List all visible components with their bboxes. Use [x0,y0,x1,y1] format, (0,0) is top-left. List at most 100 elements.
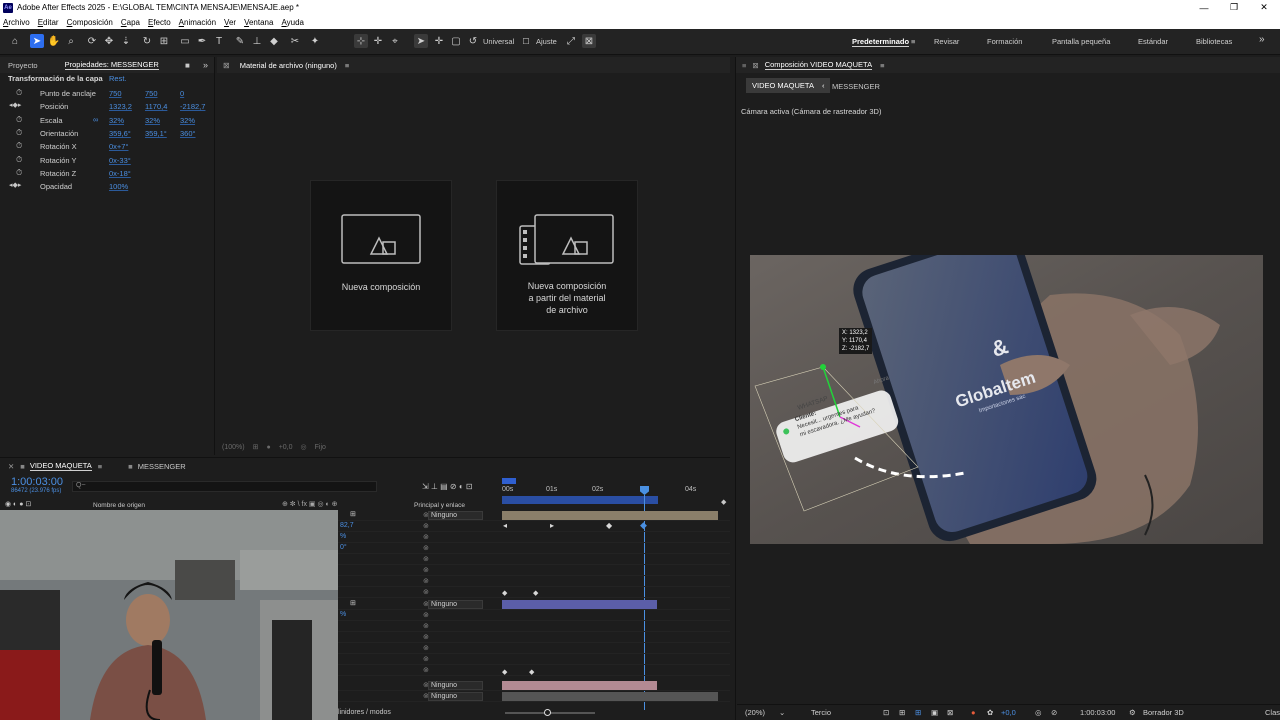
panel-menu-icon[interactable]: ≡ [345,61,349,70]
safe-zone-icon[interactable]: ⊠ [947,708,953,717]
menu-editar[interactable]: Editar [38,18,59,27]
local-axis-icon[interactable]: ⊹ [354,34,368,48]
timeline-zoom-knob[interactable] [544,709,551,716]
text-tool-icon[interactable]: T [212,34,226,48]
work-area-start[interactable] [502,478,516,484]
resolution-dropdown[interactable]: Tercio [811,708,831,717]
restore-button[interactable]: ❐ [1218,0,1250,15]
brush-tool-icon[interactable]: ✎ [233,34,247,48]
workspace-pantalla-pequena[interactable]: Pantalla pequeña [1052,37,1110,46]
exposure-icon[interactable]: ✿ [987,708,993,717]
home-icon[interactable]: ⌂ [8,34,22,48]
property-value[interactable]: 0x+7° [109,142,128,151]
rotate-tool-icon[interactable]: ↻ [140,34,154,48]
rectangle-tool-icon[interactable]: ▭ [178,34,192,48]
tab-composicion[interactable]: Composición VIDEO MAQUETA [764,60,873,70]
footage-zoom[interactable]: (100%) [222,444,245,451]
zoom-handle-icon[interactable]: ◆ [721,498,729,506]
tab-material-de-archivo[interactable]: Material de archivo (ninguno) [240,61,337,70]
snap-checkbox-icon[interactable]: ☐ [519,34,533,48]
row-value[interactable]: 82,7 [340,522,354,529]
property-value[interactable]: 0x-18° [109,169,131,178]
more-workspaces-icon[interactable]: » [1259,34,1265,45]
rotate-3d-icon[interactable]: ↺ [466,34,480,48]
dolly-camera-icon[interactable]: ⇣ [119,34,133,48]
color-channels-icon[interactable]: ● [971,708,976,717]
view-layout-label[interactable]: Clas [1265,708,1280,717]
stopwatch-icon[interactable]: ⊚ [423,655,429,663]
workspace-revisar[interactable]: Revisar [934,37,959,46]
workspace-bibliotecas[interactable]: Bibliotecas [1196,37,1232,46]
property-value[interactable]: 360° [180,129,196,138]
clone-stamp-icon[interactable]: ⊥ [250,34,264,48]
crop-icon[interactable]: ⊡ [883,708,889,717]
comp-lock-icon[interactable]: ⊠ [752,61,758,70]
tab-propiedades[interactable]: Propiedades: MESSENGER [64,60,159,70]
property-value[interactable]: -2182,7 [180,102,205,111]
exposure-value[interactable]: +0,0 [279,444,293,451]
menu-animacion[interactable]: Animación [179,18,216,27]
property-value[interactable]: 359,6° [109,129,131,138]
menu-capa[interactable]: Capa [121,18,140,27]
property-value[interactable]: 32% [145,116,160,125]
new-composition-card[interactable]: Nueva composición [310,180,452,331]
pan-camera-icon[interactable]: ✥ [102,34,116,48]
stopwatch-icon[interactable]: ⊚ [423,555,429,563]
stopwatch-icon[interactable]: ⊚ [423,611,429,619]
timeline-search-input[interactable]: Q~ [72,481,377,492]
tab-messenger[interactable]: MESSENGER [138,462,186,471]
row-value[interactable]: % [340,533,346,540]
puppet-pin-icon[interactable]: ✦ [308,34,322,48]
eraser-tool-icon[interactable]: ◆ [267,34,281,48]
layer-switches-icon[interactable]: ⊕ ✼ \ fx ▣ ◎ ◐ ⊕ [282,500,338,508]
property-value[interactable]: 750 [145,89,158,98]
visibility-icon[interactable]: ◉ ◐ ● ⊡ [5,500,31,508]
layer-track-gray[interactable] [502,692,718,701]
panel-expand-icon[interactable]: » [203,60,208,70]
hand-tool-icon[interactable]: ✋ [47,34,61,48]
property-value[interactable]: 0x-33° [109,156,131,165]
stopwatch-icon[interactable]: ⊚ [423,633,429,641]
stopwatch-icon[interactable]: ⏱ [16,155,22,165]
stopwatch-icon[interactable]: ⏱ [16,141,22,151]
panel-menu-icon[interactable]: ≡ [98,462,102,471]
stopwatch-icon[interactable]: ⊚ [423,666,429,674]
breadcrumb-messenger[interactable]: MESSENGER [832,82,880,91]
panel-menu-icon[interactable]: ≡ [880,61,884,70]
minimize-button[interactable]: — [1188,0,1220,15]
roto-brush-icon[interactable]: ✂ [288,34,302,48]
link-icon[interactable]: ∞ [93,115,98,124]
footage-fit[interactable]: Fijo [315,444,326,451]
keyframe-icon[interactable]: ◆ [502,668,507,676]
breadcrumb-video-maqueta[interactable]: VIDEO MAQUETA ‹ [746,78,831,93]
move-3d-icon[interactable]: ✛ [432,34,446,48]
snapping-pointer-icon[interactable]: ➤ [414,34,428,48]
view-axis-icon[interactable]: ⌖ [388,34,402,48]
comp-zoom-dropdown[interactable]: (20%) [745,708,765,717]
new-composition-from-footage-card[interactable]: Nueva composición a partir del material … [496,180,638,331]
scale-3d-icon[interactable]: ▢ [449,34,463,48]
lock-icon[interactable]: ≡ [742,61,746,70]
universal-label[interactable]: Universal [483,37,514,46]
keyframe-nav-icon[interactable]: ◂◆▸ [9,101,21,109]
stopwatch-icon[interactable]: ⊚ [423,644,429,652]
layer-track-pink[interactable] [502,681,657,690]
composition-viewer[interactable]: & Globaltem Importaciones sac WHATSAP Ah… [750,255,1263,544]
parent-dropdown[interactable]: Ninguno [428,511,483,520]
grid-icon[interactable]: ⊞ [253,443,259,451]
property-value[interactable]: 32% [180,116,195,125]
stopwatch-icon[interactable]: ⏱ [16,88,22,98]
parent-dropdown[interactable]: Ninguno [428,692,483,701]
workspace-predeterminado[interactable]: Predeterminado [852,37,910,47]
stopwatch-icon[interactable]: ⊚ [423,533,429,541]
tab-video-maqueta[interactable]: VIDEO MAQUETA [29,461,92,471]
chevron-down-icon[interactable]: ⌄ [779,708,785,717]
renderer-label[interactable]: Borrador 3D [1143,708,1184,717]
parent-dropdown[interactable]: Ninguno [428,600,483,609]
mask-icon[interactable]: ▣ [931,708,938,717]
ajuste-label[interactable]: Ajuste [536,37,557,46]
snapshot-icon[interactable]: ◎ [1035,708,1042,717]
parent-dropdown[interactable]: Ninguno [428,681,483,690]
keyframe-icon[interactable]: ◂ [503,521,507,530]
selection-tool-icon[interactable]: ➤ [30,34,44,48]
